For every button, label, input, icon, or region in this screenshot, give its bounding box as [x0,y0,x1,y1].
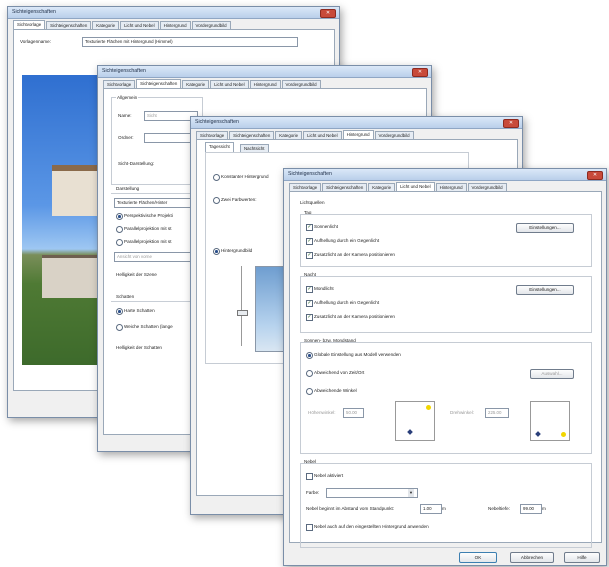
title-bar: Sichteigenschaften ✕ [284,169,606,181]
fog-active-checkbox[interactable] [306,473,313,480]
fog-depth-label: Nebeltiefe: [488,506,510,511]
shadows-label: Schatten [116,294,135,299]
height-angle-label: Höhenwinkel: [308,410,336,415]
radio-parallel-2[interactable] [116,239,123,246]
height-angle-diagram [395,401,435,441]
rotation-angle-label: Drehwinkel: [450,410,474,415]
dialog-window-4: Sichteigenschaften ✕ Sichtvorlage Sichte… [283,168,607,566]
fog-background-label: Nebel auch auf den eingestellten Hinterg… [314,524,429,529]
close-button[interactable]: ✕ [503,119,519,128]
radio-parallel-1-label: Parallelprojektion mit st [124,226,172,231]
night-brightening-checkbox[interactable]: ✓ [306,300,313,307]
select-button[interactable]: Auswahl... [530,369,574,379]
night-settings-button[interactable]: Einstellungen... [516,285,574,295]
height-angle-field[interactable]: 50.00 [343,408,364,418]
name-label: Name: [118,113,132,118]
view-display-label: Sicht-Darstellung: [118,161,155,166]
tab-panel: Lichtquellen Tag ✓ Sonnenlicht Einstellu… [289,191,602,548]
fog-depth-unit: m [542,506,546,511]
template-name-label: Vorlagenname: [20,39,51,44]
night-extra-light-checkbox[interactable]: ✓ [306,314,313,321]
slider-thumb[interactable] [237,310,248,316]
shadow-brightness-label: Helligkeit der Schatten [116,345,162,350]
presentation-label: Darstellung [116,186,140,191]
deviating-date-label: Abweichend von Zeit/Ort [314,370,365,375]
sun-icon [561,432,566,437]
bg-image-label: Hintergrundbild [221,248,253,253]
global-setting-label: Globale Einstellung aus Modell verwenden [314,352,401,357]
night-brightening-label: Aufhellung durch ein Gegenlicht [314,300,380,305]
fog-start-unit: m [442,506,446,511]
radio-bg-image[interactable] [213,248,220,255]
shadows-separator [111,301,199,302]
fog-color-label: Farbe: [306,490,320,495]
scene-brightness-label: Helligkeit der Szene [116,272,157,277]
light-sources-label: Lichtquellen [300,200,325,205]
day-brightening-checkbox[interactable]: ✓ [306,238,313,245]
night-extra-light-label: Zusatzlicht an der Kamera positionieren [314,314,395,319]
fog-active-label: Nebel aktiviert [314,473,344,478]
deviating-angle-label: Abweichende Winkel [314,388,357,393]
day-settings-button[interactable]: Einstellungen... [516,223,574,233]
window-title: Sichteigenschaften [12,9,56,15]
title-bar: Sichteigenschaften ✕ [98,66,431,78]
general-label: Allgemein [116,95,139,100]
radio-perspective-label: Perspektivische Projekti [124,213,173,218]
radio-deviating-date[interactable] [306,370,313,377]
sunlight-label: Sonnenlicht [314,224,339,229]
observer-icon [407,429,413,435]
radio-deviating-angle[interactable] [306,388,313,395]
radio-constant-bg[interactable] [213,174,220,181]
window-title: Sichteigenschaften [288,171,332,177]
close-button[interactable]: ✕ [587,171,603,180]
fog-start-label: Nebel beginnt im Abstand vom Standpunkt: [306,506,395,511]
template-name-field[interactable]: Texturierte Flächen mit Hintergrund (Him… [82,37,298,47]
radio-perspective[interactable] [116,213,123,220]
close-button[interactable]: ✕ [412,68,428,77]
moonlight-checkbox[interactable]: ✓ [306,286,313,293]
view-from-dropdown[interactable]: Ansicht von vorne [114,252,200,262]
folder-label: Ordner: [118,135,134,140]
sun-icon [426,405,431,410]
fog-start-field[interactable]: 1.00 [420,504,442,514]
observer-icon [535,431,541,437]
day-brightening-label: Aufhellung durch ein Gegenlicht [314,238,380,243]
help-button[interactable]: Hilfe [564,552,600,563]
radio-two-colors[interactable] [213,197,220,204]
close-button[interactable]: ✕ [320,9,336,18]
radio-global-setting[interactable] [306,352,313,359]
subtab-day[interactable]: Tagessicht [205,142,234,152]
fog-depth-field[interactable]: 99.00 [520,504,542,514]
radio-soft-shadows[interactable] [116,324,123,331]
hard-shadows-label: Harte Schatten [124,308,155,313]
soft-shadows-label: Weiche Schatten (lange [124,324,173,329]
dropdown-arrow-icon[interactable]: ▼ [408,489,414,497]
rotation-angle-diagram [530,401,570,441]
brightness-slider[interactable] [241,266,242,346]
title-bar: Sichteigenschaften ✕ [8,7,339,19]
radio-hard-shadows[interactable] [116,308,123,315]
radio-parallel-2-label: Parallelprojektion mit st [124,239,172,244]
window-title: Sichteigenschaften [102,68,146,74]
constant-bg-label: Konstanter Hintergrund [221,174,269,179]
rotation-angle-field[interactable]: 225.00 [485,408,509,418]
day-extra-light-label: Zusatzlicht an der Kamera positionieren [314,252,395,257]
cancel-button[interactable]: Abbrechen [510,552,554,563]
two-colors-label: Zwei Farbwerten: [221,197,257,202]
title-bar: Sichteigenschaften ✕ [191,117,522,129]
sunlight-checkbox[interactable]: ✓ [306,224,313,231]
fog-color-dropdown[interactable] [326,488,418,498]
fog-background-checkbox[interactable] [306,524,313,531]
presentation-dropdown[interactable]: Texturierte Flächen/Hinter [114,198,200,208]
window-title: Sichteigenschaften [195,119,239,125]
ok-button[interactable]: OK [459,552,497,563]
moonlight-label: Mondlicht [314,286,334,291]
presentation-separator [111,193,199,194]
day-extra-light-checkbox[interactable]: ✓ [306,252,313,259]
radio-parallel-1[interactable] [116,226,123,233]
